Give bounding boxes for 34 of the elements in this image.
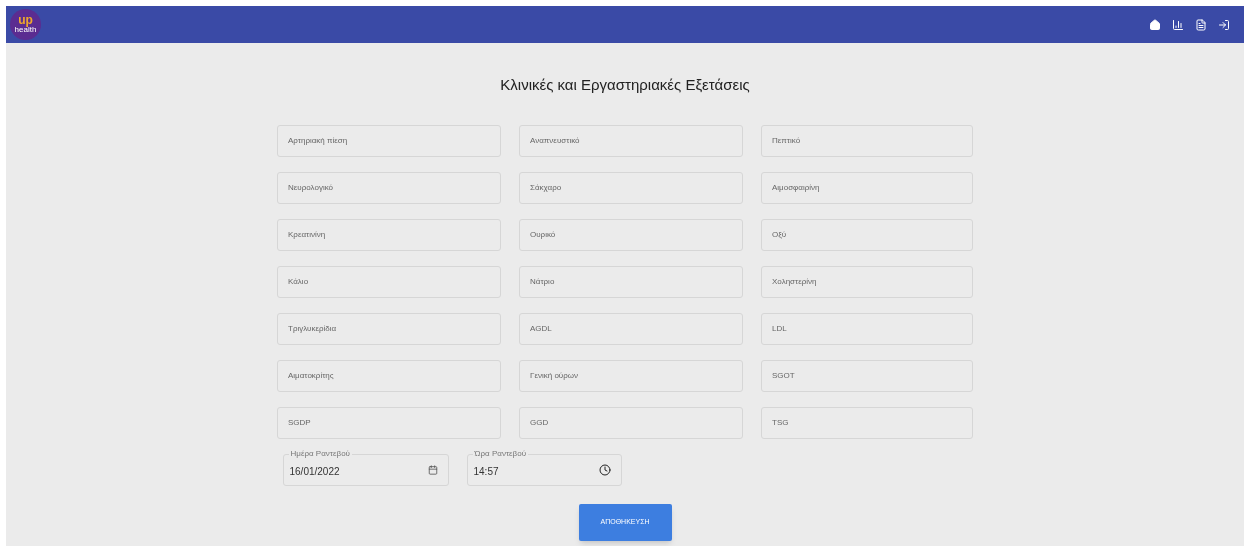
logo-subtext: health <box>14 26 37 34</box>
field-value[interactable]: 16/01/2022 <box>289 460 428 479</box>
input-field[interactable]: Αναπνευστικό <box>519 124 743 157</box>
input-field[interactable]: Οξύ <box>761 218 973 251</box>
input-field[interactable]: Νευρολογικό <box>277 171 501 204</box>
input-field[interactable]: GGD <box>519 406 743 439</box>
home-icon[interactable] <box>1149 18 1161 31</box>
chart-icon[interactable] <box>1172 18 1184 31</box>
field-value[interactable]: 14:57 <box>473 460 599 479</box>
input-field[interactable]: Κρεατινίνη <box>277 218 501 251</box>
input-field[interactable]: Σάκχαρο <box>519 171 743 204</box>
input-field[interactable]: Τριγλυκερίδια <box>277 312 501 345</box>
input-field[interactable]: TSG <box>761 406 973 439</box>
input-field[interactable]: Χοληστερίνη <box>761 265 973 298</box>
input-field[interactable]: Ουρικό <box>519 218 743 251</box>
input-field[interactable]: Αιμοσφαιρίνη <box>761 171 973 204</box>
logo-text: up <box>18 15 33 26</box>
input-field[interactable]: LDL <box>761 312 973 345</box>
page-title: Κλινικές και Εργαστηριακές Εξετάσεις <box>500 75 750 95</box>
field-label: Ώρα Ραντεβού <box>472 448 529 459</box>
input-field[interactable]: Γενική ούρων <box>519 359 743 392</box>
clock-icon[interactable] <box>598 463 611 476</box>
input-field[interactable]: SGOT <box>761 359 973 392</box>
input-field[interactable]: Νάτριο <box>519 265 743 298</box>
field-label: Ημέρα Ραντεβού <box>288 448 352 459</box>
input-field[interactable]: AGDL <box>519 312 743 345</box>
input-field[interactable]: SGDP <box>277 406 501 439</box>
input-field[interactable]: Αρτηριακή πίεση <box>277 124 501 157</box>
input-field[interactable]: Πεπτικό <box>761 124 973 157</box>
logout-icon[interactable] <box>1218 18 1230 31</box>
calendar-icon[interactable] <box>427 464 438 475</box>
input-field[interactable]: Αιματοκρίτης <box>277 359 501 392</box>
document-icon[interactable] <box>1195 18 1207 31</box>
input-field[interactable]: Κάλιο <box>277 265 501 298</box>
